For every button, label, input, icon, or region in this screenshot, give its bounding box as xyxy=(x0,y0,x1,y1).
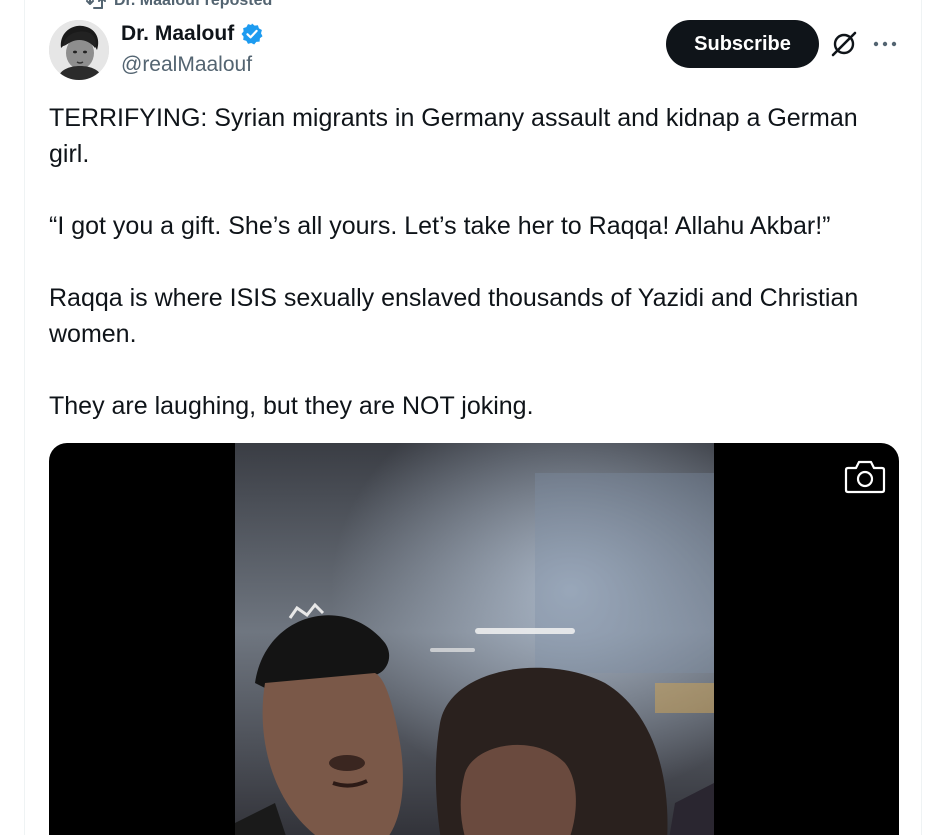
author-name-row[interactable]: Dr. Maalouf xyxy=(121,20,264,48)
tweet-paragraph: “I got you a gift. She’s all yours. Let’… xyxy=(49,212,831,240)
camera-icon[interactable] xyxy=(844,458,886,494)
repost-icon xyxy=(86,0,106,10)
subscribe-button[interactable]: Subscribe xyxy=(666,20,819,68)
repost-indicator[interactable]: Dr. Maalouf reposted xyxy=(86,0,272,11)
tweet-paragraph: TERRIFYING: Syrian migrants in Germany a… xyxy=(49,104,858,168)
tweet-video[interactable] xyxy=(49,443,899,835)
timeline-border-left xyxy=(24,0,25,835)
tweet-text: TERRIFYING: Syrian migrants in Germany a… xyxy=(49,100,899,460)
author-name[interactable]: Dr. Maalouf xyxy=(121,20,234,48)
verified-badge-icon[interactable] xyxy=(240,22,264,46)
author-handle[interactable]: @realMaalouf xyxy=(121,51,252,79)
avatar[interactable] xyxy=(49,20,109,80)
repost-text: Dr. Maalouf reposted xyxy=(114,0,273,9)
more-icon[interactable] xyxy=(871,30,899,58)
tweet-page: Dr. Maalouf reposted Dr. Maalouf @realMa… xyxy=(0,0,926,835)
tweet-paragraph: They are laughing, but they are NOT joki… xyxy=(49,392,534,420)
timeline-border-right xyxy=(921,0,922,835)
tweet-paragraph: Raqqa is where ISIS sexually enslaved th… xyxy=(49,284,859,348)
grok-icon[interactable] xyxy=(830,30,858,58)
video-frame[interactable] xyxy=(235,443,714,835)
